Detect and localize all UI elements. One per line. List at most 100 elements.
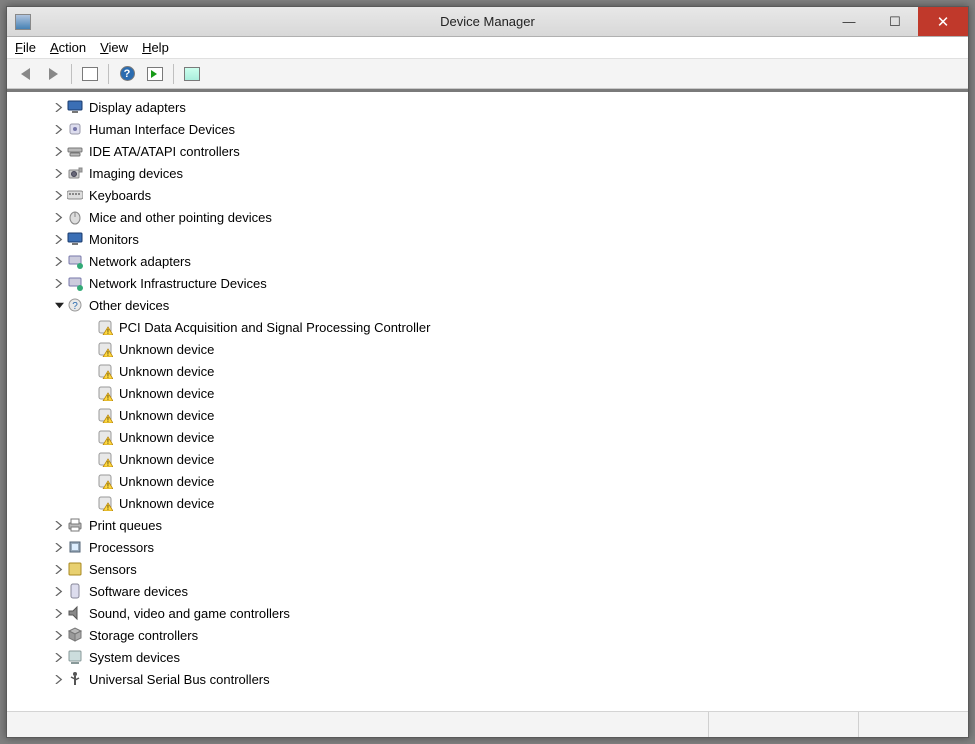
processor-icon — [67, 539, 83, 555]
no-chevron — [83, 387, 95, 399]
chevron-right-icon[interactable] — [53, 673, 65, 685]
forward-button[interactable] — [41, 62, 65, 86]
tree-node[interactable]: Mice and other pointing devices — [11, 206, 968, 228]
tree-node[interactable]: IDE ATA/ATAPI controllers — [11, 140, 968, 162]
statusbar-cell — [7, 712, 708, 737]
tree-node[interactable]: Unknown device — [11, 470, 968, 492]
chevron-right-icon[interactable] — [53, 167, 65, 179]
app-icon — [15, 14, 31, 30]
minimize-button[interactable]: — — [826, 7, 872, 36]
software-icon — [67, 583, 83, 599]
imaging-icon — [67, 165, 83, 181]
tree-node[interactable]: Unknown device — [11, 492, 968, 514]
tree-node[interactable]: Network Infrastructure Devices — [11, 272, 968, 294]
tree-node-label: Print queues — [89, 518, 162, 533]
no-chevron — [83, 475, 95, 487]
usb-icon — [67, 671, 83, 687]
unknown-device-icon — [97, 473, 113, 489]
tree-node-label: Unknown device — [119, 474, 214, 489]
chevron-right-icon[interactable] — [53, 585, 65, 597]
chevron-right-icon[interactable] — [53, 629, 65, 641]
menu-view[interactable]: View — [100, 40, 128, 55]
chevron-right-icon[interactable] — [53, 541, 65, 553]
show-hide-tree-button[interactable] — [78, 62, 102, 86]
menu-action[interactable]: Action — [50, 40, 86, 55]
properties-button[interactable] — [143, 62, 167, 86]
chevron-right-icon[interactable] — [53, 123, 65, 135]
tree-node[interactable]: System devices — [11, 646, 968, 668]
toolbar-separator — [108, 64, 109, 84]
toolbar-separator — [173, 64, 174, 84]
no-chevron — [83, 365, 95, 377]
no-chevron — [83, 453, 95, 465]
tree-node[interactable]: Imaging devices — [11, 162, 968, 184]
network-adapter-icon — [67, 253, 83, 269]
tree-node[interactable]: Storage controllers — [11, 624, 968, 646]
ide-icon — [67, 143, 83, 159]
tree-node-label: Network adapters — [89, 254, 191, 269]
tree-node[interactable]: Software devices — [11, 580, 968, 602]
storage-icon — [67, 627, 83, 643]
tree-node[interactable]: Universal Serial Bus controllers — [11, 668, 968, 690]
tree-node-label: Unknown device — [119, 408, 214, 423]
tree-node[interactable]: Unknown device — [11, 338, 968, 360]
device-manager-window: Device Manager — ☐ ✕ File Action View He… — [6, 6, 969, 738]
tree-node[interactable]: Unknown device — [11, 360, 968, 382]
close-button[interactable]: ✕ — [918, 7, 968, 36]
no-chevron — [83, 409, 95, 421]
unknown-device-icon — [97, 385, 113, 401]
tree-node[interactable]: PCI Data Acquisition and Signal Processi… — [11, 316, 968, 338]
tree-node-label: PCI Data Acquisition and Signal Processi… — [119, 320, 430, 335]
tree-node-label: Mice and other pointing devices — [89, 210, 272, 225]
chevron-down-icon[interactable] — [53, 299, 65, 311]
titlebar[interactable]: Device Manager — ☐ ✕ — [7, 7, 968, 37]
chevron-right-icon[interactable] — [53, 189, 65, 201]
sound-icon — [67, 605, 83, 621]
tree-node[interactable]: Network adapters — [11, 250, 968, 272]
tree-node-label: Human Interface Devices — [89, 122, 235, 137]
menu-help[interactable]: Help — [142, 40, 169, 55]
chevron-right-icon[interactable] — [53, 277, 65, 289]
window-buttons: — ☐ ✕ — [826, 7, 968, 36]
back-button[interactable] — [13, 62, 37, 86]
help-icon: ? — [120, 66, 135, 81]
tree-node[interactable]: Print queues — [11, 514, 968, 536]
chevron-right-icon[interactable] — [53, 101, 65, 113]
chevron-right-icon[interactable] — [53, 255, 65, 267]
chevron-right-icon[interactable] — [53, 519, 65, 531]
tree-node[interactable]: Unknown device — [11, 382, 968, 404]
tree-node[interactable]: Sound, video and game controllers — [11, 602, 968, 624]
chevron-right-icon[interactable] — [53, 651, 65, 663]
unknown-device-icon — [97, 319, 113, 335]
maximize-button[interactable]: ☐ — [872, 7, 918, 36]
tree-node[interactable]: Processors — [11, 536, 968, 558]
tree-node[interactable]: Unknown device — [11, 426, 968, 448]
tree-node[interactable]: Unknown device — [11, 404, 968, 426]
tree-node[interactable]: Other devices — [11, 294, 968, 316]
no-chevron — [83, 431, 95, 443]
tree-node-label: Display adapters — [89, 100, 186, 115]
show-hide-console-tree-icon — [82, 67, 98, 81]
tree-node[interactable]: Sensors — [11, 558, 968, 580]
tree-node[interactable]: Unknown device — [11, 448, 968, 470]
chevron-right-icon[interactable] — [53, 145, 65, 157]
tree-node-label: Unknown device — [119, 496, 214, 511]
tree-node[interactable]: Monitors — [11, 228, 968, 250]
device-tree[interactable]: Display adapters Human Interface Devices I… — [7, 92, 968, 711]
help-button[interactable]: ? — [115, 62, 139, 86]
tree-node-label: Unknown device — [119, 364, 214, 379]
tree-node[interactable]: Human Interface Devices — [11, 118, 968, 140]
chevron-right-icon[interactable] — [53, 607, 65, 619]
chevron-right-icon[interactable] — [53, 233, 65, 245]
scan-hardware-icon — [184, 67, 200, 81]
tree-node[interactable]: Keyboards — [11, 184, 968, 206]
unknown-device-icon — [97, 429, 113, 445]
menu-file[interactable]: File — [15, 40, 36, 55]
chevron-right-icon[interactable] — [53, 563, 65, 575]
scan-hardware-button[interactable] — [180, 62, 204, 86]
tree-node-label: Monitors — [89, 232, 139, 247]
tree-node-label: Sensors — [89, 562, 137, 577]
tree-node[interactable]: Display adapters — [11, 96, 968, 118]
chevron-right-icon[interactable] — [53, 211, 65, 223]
unknown-device-icon — [97, 451, 113, 467]
